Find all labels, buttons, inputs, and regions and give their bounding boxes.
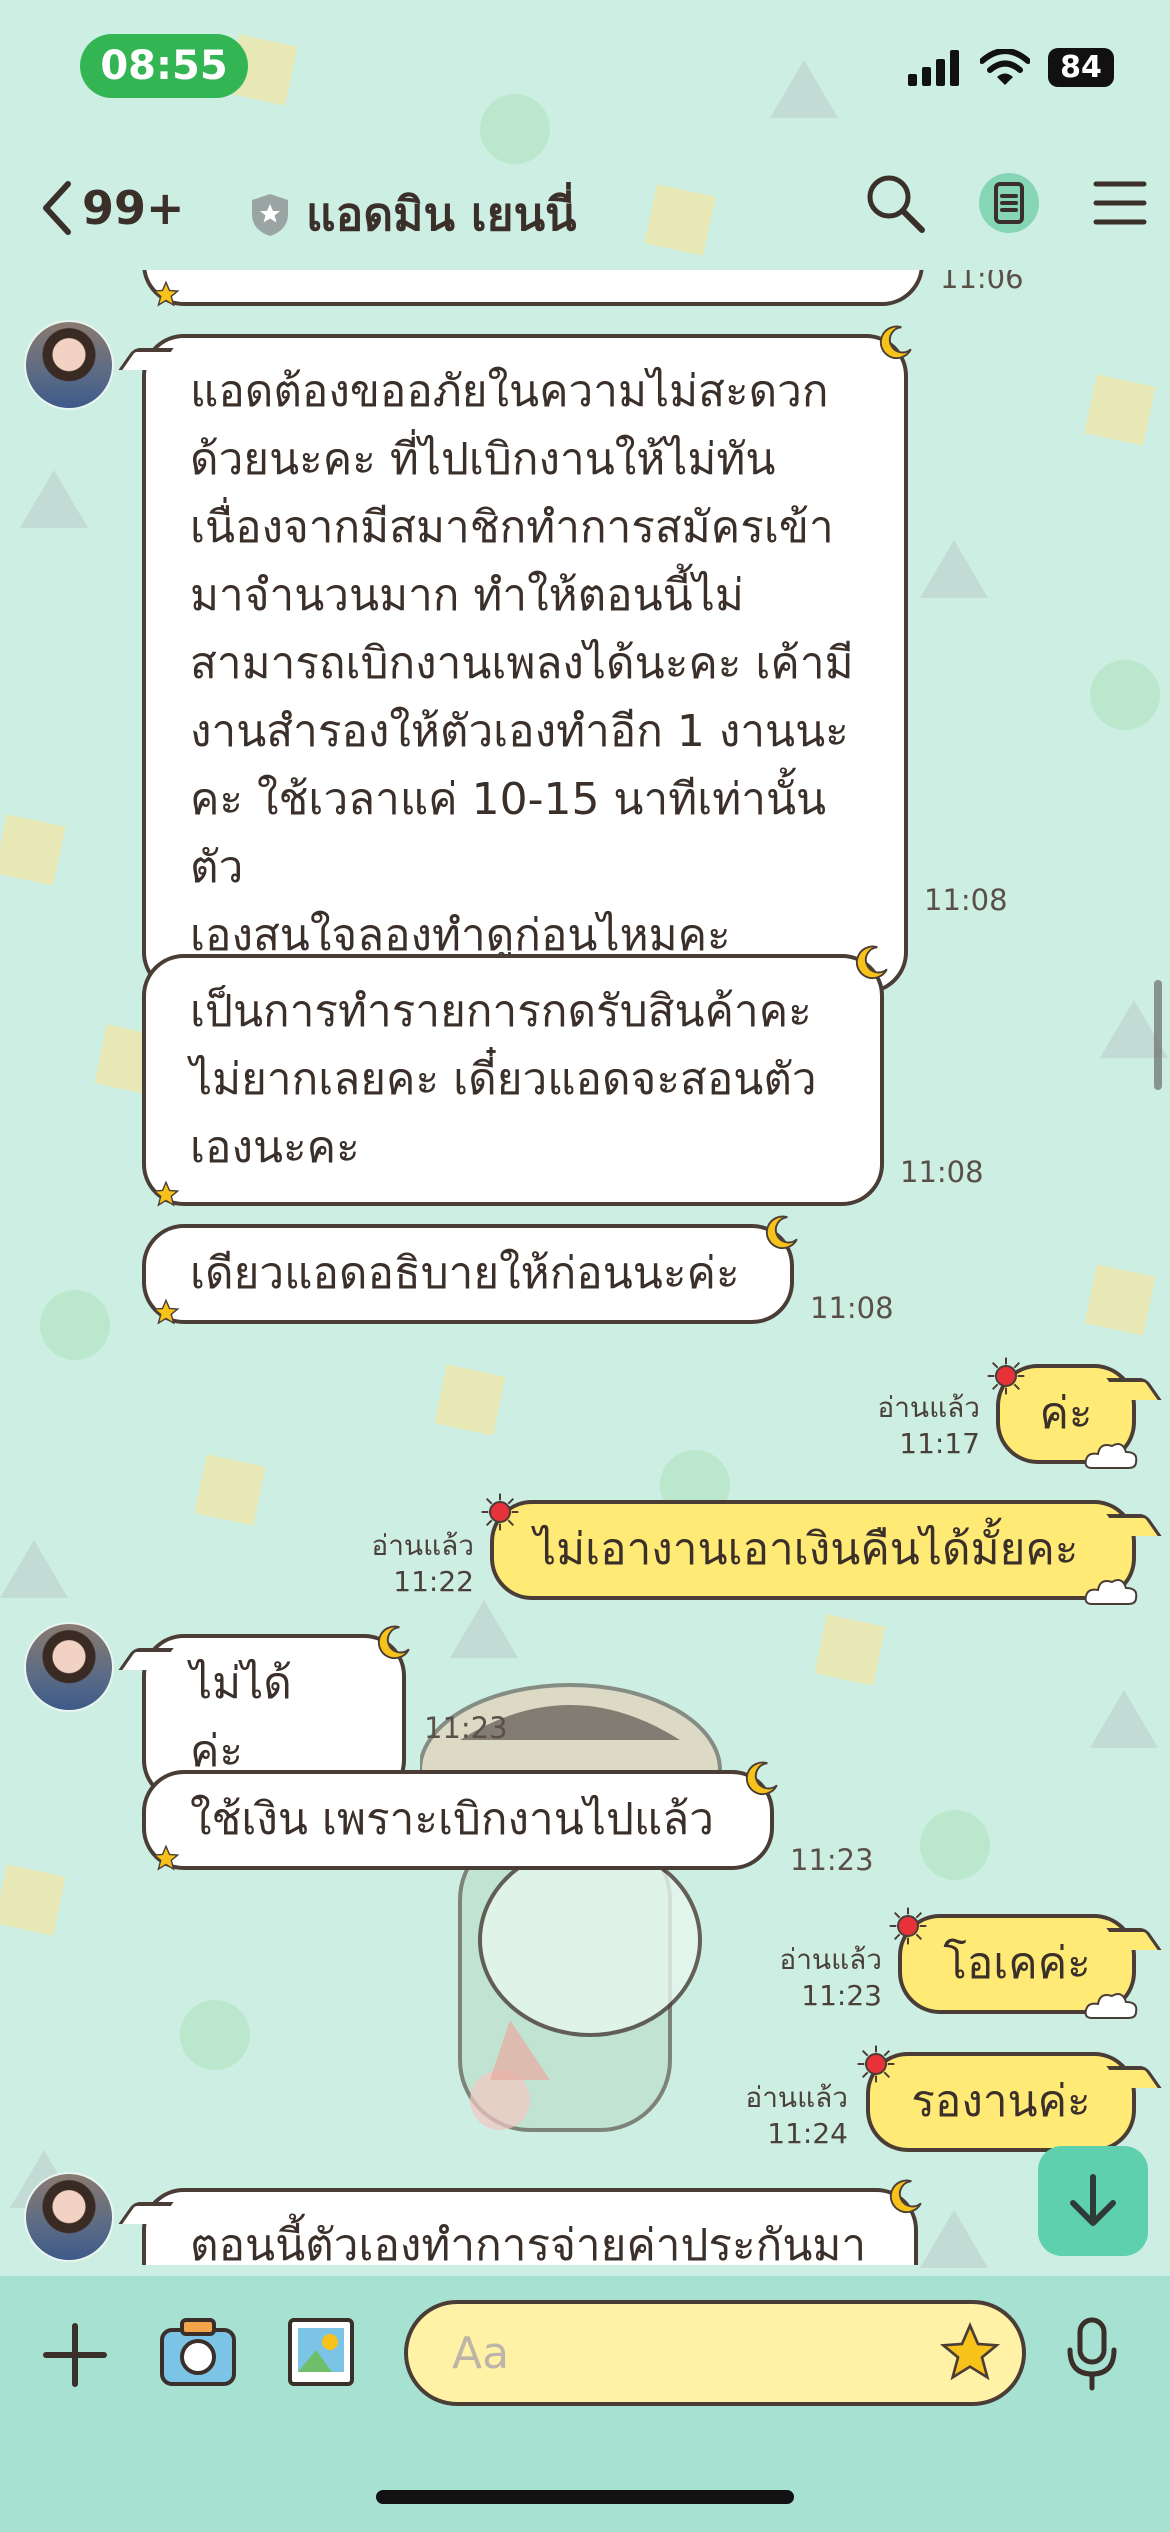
- moon-icon: [745, 1761, 778, 1796]
- scrollbar[interactable]: [1154, 980, 1162, 1090]
- wifi-icon: [980, 48, 1030, 85]
- menu-icon[interactable]: [1092, 178, 1148, 228]
- message-bubble[interactable]: เป็นการทำรายการกดรับสินค้าคะ ไม่ยากเลยคะ…: [142, 945, 888, 1207]
- chat-title: แอดมิน เยนนี่: [306, 187, 577, 241]
- cloud-icon: [1084, 1443, 1138, 1469]
- avatar[interactable]: [24, 320, 114, 410]
- message-time: 11:06: [940, 270, 1024, 295]
- signal-icon: [908, 49, 959, 86]
- message-text: เดียวแอดอธิบายให้ก่อนนะค่ะ: [190, 1248, 740, 1299]
- message-text: รองานค่ะ: [911, 2076, 1091, 2127]
- moon-icon: [855, 945, 888, 980]
- sun-icon: [889, 1907, 927, 1945]
- message-time: 11:08: [900, 1155, 984, 1189]
- avatar[interactable]: [24, 1622, 114, 1712]
- read-receipt: อ่านแล้ว: [779, 1943, 882, 1976]
- message-read-meta: อ่านแล้ว 11:23: [762, 1942, 882, 2014]
- cloud-icon: [1084, 1993, 1138, 2019]
- battery-indicator: 84: [1048, 48, 1114, 87]
- message-line: คะ ใช้เวลาแค่ 10-15 นาทีเท่านั้นตัว: [190, 774, 827, 893]
- message-bubble[interactable]: ใช้เงิน เพราะเบิกงานไปแล้ว: [142, 1761, 778, 1871]
- sun-icon: [481, 1493, 519, 1531]
- message-line: ด้วยนะคะ ที่ไปเบิกงานให้ไม่ทัน: [190, 434, 776, 485]
- cloud-icon: [1084, 1579, 1138, 1605]
- plus-icon[interactable]: [40, 2320, 110, 2390]
- message-line: เป็นการทำรายการกดรับสินค้าคะ: [190, 986, 812, 1037]
- status-time: 08:55: [80, 34, 248, 98]
- message-read-meta: อ่านแล้ว 11:17: [860, 1390, 980, 1462]
- message-bubble[interactable]: เดียวแอดอธิบายให้ก่อนนะค่ะ: [142, 1215, 798, 1325]
- home-indicator: [376, 2490, 794, 2504]
- message-time: 11:08: [924, 883, 1008, 917]
- message-text: โอเคค่ะ: [943, 1938, 1091, 1989]
- message-read-meta: อ่านแล้ว 11:22: [350, 1528, 474, 1600]
- camera-icon[interactable]: [158, 2316, 238, 2388]
- microphone-icon[interactable]: [1062, 2316, 1122, 2392]
- read-receipt: อ่านแล้ว: [877, 1391, 980, 1424]
- message-time: 11:23: [801, 1979, 882, 2012]
- message-text: ไม่ได้ ค่ะ: [190, 1658, 292, 1777]
- message-line: งานสำรองให้ตัวเองทำอีก 1 งานนะ: [190, 706, 849, 757]
- message-input[interactable]: Aa: [404, 2300, 1026, 2406]
- message-bubble-outgoing[interactable]: โอเคค่ะ: [889, 1907, 1162, 2019]
- avatar[interactable]: [24, 2172, 114, 2262]
- message-time: 11:17: [899, 1427, 980, 1460]
- message-bubble-outgoing[interactable]: ไม่เอางานเอาเงินคืนได้มั้ยคะ: [481, 1493, 1162, 1605]
- message-bubble[interactable]: ตอนนี้ตัวเองทำการจ่ายค่าประกันมา: [118, 2179, 922, 2265]
- message-text: ใช้เงิน เพราะเบิกงานไปแล้ว: [190, 1794, 714, 1845]
- notes-icon[interactable]: [978, 172, 1040, 234]
- sun-icon: [857, 2045, 895, 2083]
- message-time: 11:23: [790, 1843, 874, 1877]
- unread-count: 99+: [82, 181, 185, 235]
- read-receipt: อ่านแล้ว: [371, 1529, 474, 1562]
- sun-icon: [987, 1357, 1025, 1395]
- chat-header: 99+ แอดมิน เยนนี่: [0, 150, 1170, 260]
- chat-title-area[interactable]: แอดมิน เยนนี่: [250, 178, 577, 251]
- message-time: 11:23: [424, 1711, 508, 1745]
- message-time: 11:22: [393, 1565, 474, 1598]
- chevron-left-icon: [43, 181, 71, 235]
- read-receipt: อ่านแล้ว: [745, 2081, 848, 2114]
- message-text: ไม่เอางานเอาเงินคืนได้มั้ยคะ: [534, 1524, 1079, 1575]
- message-time: 11:24: [767, 2117, 848, 2150]
- message-list[interactable]: 11:06 แอดต้องขออภัยในความไม่สะดวก ด้วยนะ…: [0, 270, 1170, 2265]
- moon-icon: [889, 2179, 922, 2214]
- message-bubble[interactable]: แอดต้องขออภัยในความไม่สะดวก ด้วยนะคะ ที่…: [118, 325, 912, 995]
- star-icon: [152, 1180, 180, 1207]
- message-read-meta: อ่านแล้ว 11:24: [728, 2080, 848, 2152]
- star-icon: [152, 280, 180, 307]
- message-line: เนื่องจากมีสมาชิกทำการสมัครเข้า: [190, 502, 834, 553]
- message-line: เองนะคะ: [190, 1122, 360, 1173]
- message-line: แอดต้องขออภัยในความไม่สะดวก: [190, 366, 829, 417]
- message-line: มาจำนวนมาก ทำให้ตอนนี้ไม่: [190, 570, 744, 621]
- input-placeholder: Aa: [452, 2327, 510, 2379]
- message-bubble-truncated[interactable]: [142, 270, 924, 307]
- message-text: ตอนนี้ตัวเองทำการจ่ายค่าประกันมา: [190, 2220, 867, 2265]
- back-button[interactable]: 99+: [38, 178, 185, 238]
- star-icon: [152, 1298, 180, 1325]
- message-line: สามารถเบิกงานเพลงได้นะคะ เค้ามี: [190, 638, 854, 689]
- message-line: ไม่ยากเลยคะ เดี๋ยวแอดจะสอนตัว: [190, 1054, 817, 1105]
- moon-icon: [377, 1625, 410, 1660]
- scroll-to-bottom-button[interactable]: [1038, 2146, 1148, 2256]
- moon-icon: [879, 325, 912, 360]
- message-bubble-outgoing[interactable]: รองานค่ะ: [857, 2045, 1162, 2152]
- shield-icon: [252, 193, 288, 236]
- status-indicators: 84: [908, 48, 1114, 87]
- arrow-down-icon: [1070, 2174, 1116, 2226]
- star-sticker-icon[interactable]: [938, 2320, 1002, 2384]
- message-bubble-outgoing[interactable]: ค่ะ: [987, 1357, 1162, 1469]
- star-icon: [152, 1844, 180, 1871]
- moon-icon: [765, 1215, 798, 1250]
- image-icon[interactable]: [286, 2316, 356, 2388]
- search-icon[interactable]: [864, 172, 926, 234]
- message-time: 11:08: [810, 1291, 894, 1325]
